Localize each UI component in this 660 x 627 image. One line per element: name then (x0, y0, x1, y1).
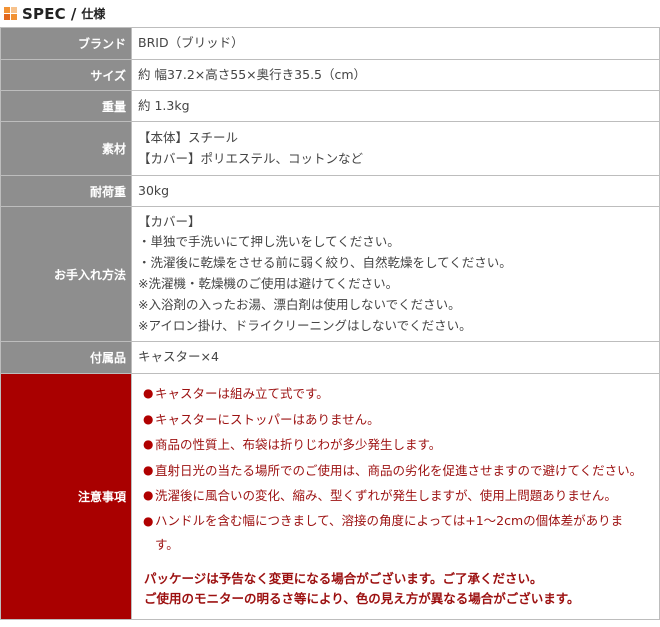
value-line: 約 1.3kg (138, 97, 190, 113)
value-line: キャスター×4 (138, 349, 219, 365)
row-label: お手入れ方法 (0, 206, 132, 342)
caution-bold-notes: パッケージは予告なく変更になる場合がございます。ご了承ください。 ご使用のモニタ… (138, 557, 653, 619)
header-title: SPEC (22, 4, 66, 23)
row-value: キャスター×4 (131, 341, 660, 374)
spec-row-size: サイズ 約 幅37.2×高さ55×奥行き35.5（cm） (0, 59, 660, 91)
row-label: 重量 (0, 90, 132, 122)
bold-note: パッケージは予告なく変更になる場合がございます。ご了承ください。 (144, 570, 543, 586)
bullet-icon: ● (143, 488, 154, 502)
value-line: ※洗濯機・乾燥機のご使用は避けてください。 (138, 276, 399, 291)
row-value: BRID（ブリッド） (131, 27, 660, 60)
value-line: 【本体】スチール (138, 129, 239, 145)
spec-row-care: お手入れ方法 【カバー】 ・単独で手洗いにて押し洗いをしてください。 ・洗濯後に… (0, 206, 660, 342)
bullet-icon: ● (143, 386, 154, 400)
row-label: 付属品 (0, 341, 132, 374)
row-value: 30kg (131, 175, 660, 207)
header-subtitle: 仕様 (81, 7, 106, 21)
caution-item: ● 直射日光の当たる場所でのご使用は、商品の劣化を促進させますので避けてください。 (138, 458, 653, 484)
caution-item: ● キャスターにストッパーはありません。 (138, 407, 653, 433)
value-line: 【カバー】ポリエステル、コットンなど (138, 150, 364, 166)
orange-squares-icon (4, 6, 18, 21)
spec-row-load-capacity: 耐荷重 30kg (0, 175, 660, 207)
row-value: 約 1.3kg (131, 90, 660, 122)
bullet-icon: ● (143, 462, 154, 477)
row-value: 【本体】スチール 【カバー】ポリエステル、コットンなど (131, 121, 660, 176)
spec-row-weight: 重量 約 1.3kg (0, 90, 660, 122)
value-line: ・単独で手洗いにて押し洗いをしてください。 (138, 234, 400, 250)
spec-row-accessories: 付属品 キャスター×4 (0, 341, 660, 374)
row-value: 約 幅37.2×高さ55×奥行き35.5（cm） (131, 59, 660, 91)
spec-row-material: 素材 【本体】スチール 【カバー】ポリエステル、コットンなど (0, 121, 660, 176)
row-label: 素材 (0, 121, 132, 176)
row-label: サイズ (0, 59, 132, 91)
spec-row-brand: ブランド BRID（ブリッド） (0, 27, 660, 60)
value-line: 【カバー】 (138, 213, 201, 229)
row-label: 耐荷重 (0, 175, 132, 207)
caution-item: ● 商品の性質上、布袋は折りじわが多少発生します。 (138, 432, 653, 458)
row-label: ブランド (0, 27, 132, 60)
spec-header: SPEC / 仕様 (0, 0, 660, 27)
caution-list: ● キャスターは組み立て式です。 ● キャスターにストッパーはありません。 ● 商品の… (138, 374, 653, 557)
value-line: 約 幅37.2×高さ55×奥行き35.5（cm） (138, 66, 367, 82)
caution-item: ● 洗濯後に風合いの変化、縮み、型くずれが発生しますが、使用上問題ありません。 (138, 483, 653, 509)
value-line: 30kg (138, 182, 170, 198)
caution-content: ● キャスターは組み立て式です。 ● キャスターにストッパーはありません。 ● 商品の… (131, 373, 660, 620)
row-label: 注意事項 (0, 373, 132, 620)
caution-item: ● ハンドルを含む幅につきまして、溶接の角度によっては+1～2cmの個体差がありま… (138, 509, 653, 557)
bullet-icon: ● (143, 437, 154, 451)
header-separator: / (70, 4, 77, 23)
bullet-icon: ● (143, 411, 154, 426)
caution-item: ● キャスターは組み立て式です。 (138, 381, 653, 407)
row-value: 【カバー】 ・単独で手洗いにて押し洗いをしてください。 ・洗濯後に乾燥をさせる前… (131, 206, 660, 342)
value-line: ※入浴剤の入ったお湯、漂白剤は使用しないでください。 (138, 296, 461, 312)
value-line: ※アイロン掛け、ドライクリーニングはしないでください。 (138, 317, 472, 333)
value-line: ・洗濯後に乾燥をさせる前に弱く絞り、自然乾燥をしてください。 (138, 255, 512, 271)
bullet-icon: ● (143, 513, 154, 528)
value-line: BRID（ブリッド） (138, 35, 244, 51)
bold-note: ご使用のモニターの明るさ等により、色の見え方が異なる場合がございます。 (144, 590, 580, 606)
spec-row-caution: 注意事項 ● キャスターは組み立て式です。 ● キャスターにストッパーはありません。… (0, 373, 660, 620)
spec-table: ブランド BRID（ブリッド） サイズ 約 幅37.2×高さ55×奥行き35.5… (0, 27, 660, 620)
